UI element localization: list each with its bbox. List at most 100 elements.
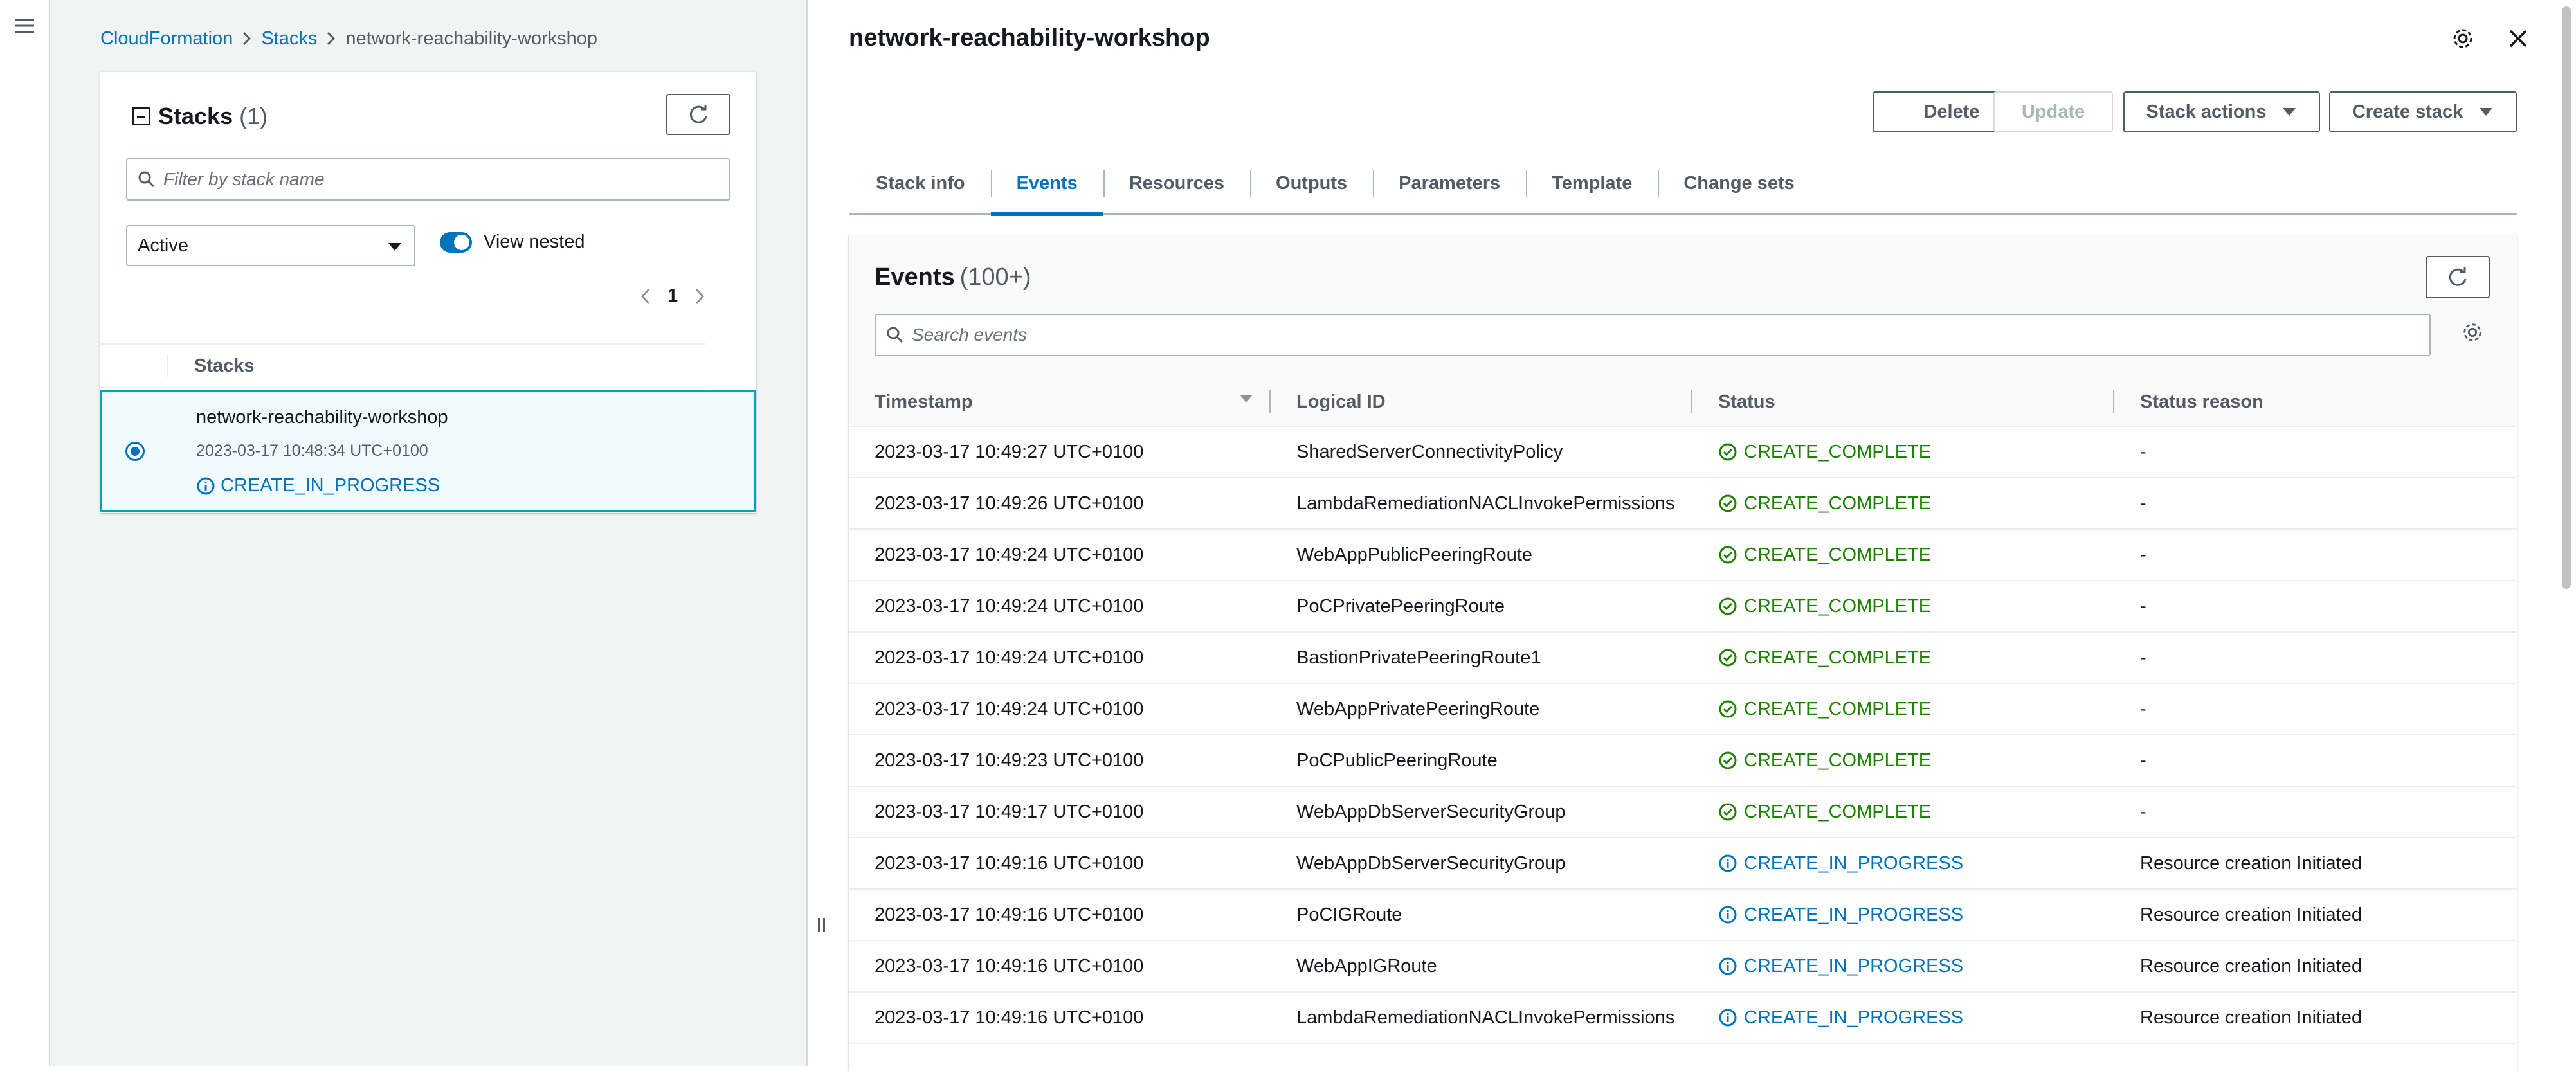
breadcrumb: CloudFormation Stacks network-reachabili… bbox=[100, 26, 597, 51]
chevron-right-icon[interactable] bbox=[693, 287, 706, 305]
left-nav bbox=[0, 0, 50, 1066]
page-number[interactable]: 1 bbox=[667, 285, 678, 307]
tab-template[interactable]: Template bbox=[1526, 152, 1658, 215]
column-status-reason[interactable]: Status reason bbox=[2114, 377, 2517, 426]
event-status-text: CREATE_IN_PROGRESS bbox=[1744, 1007, 1964, 1028]
toggle-switch[interactable] bbox=[440, 231, 472, 253]
event-status: CREATE_IN_PROGRESS bbox=[1692, 853, 2114, 874]
event-status: CREATE_COMPLETE bbox=[1692, 647, 2114, 669]
event-status-reason: Resource creation Initiated bbox=[2140, 852, 2362, 874]
stack-row[interactable]: network-reachability-workshop 2023-03-17… bbox=[100, 390, 756, 512]
stacks-refresh-button[interactable] bbox=[666, 94, 730, 135]
tab-events[interactable]: Events bbox=[990, 152, 1103, 216]
stack-status-text: CREATE_IN_PROGRESS bbox=[221, 475, 440, 496]
create-stack-button[interactable]: Create stack bbox=[2329, 91, 2517, 132]
search-icon bbox=[138, 171, 155, 188]
close-icon[interactable] bbox=[2508, 28, 2528, 49]
table-row: 2023-03-17 10:49:16 UTC+0100 PoCIGRoute CR… bbox=[849, 890, 2517, 941]
event-status: CREATE_COMPLETE bbox=[1692, 442, 2114, 463]
search-icon bbox=[887, 327, 903, 343]
breadcrumb-cloudformation[interactable]: CloudFormation bbox=[100, 28, 233, 50]
check-circle-icon bbox=[1719, 752, 1737, 770]
event-status-reason: Resource creation Initiated bbox=[2140, 955, 2362, 977]
tab-resources[interactable]: Resources bbox=[1103, 152, 1250, 215]
column-status[interactable]: Status bbox=[1692, 377, 2114, 426]
events-search-placeholder: Search events bbox=[912, 325, 1027, 345]
event-logical-id: WebAppDbServerSecurityGroup bbox=[1296, 801, 1566, 822]
chevron-left-icon[interactable] bbox=[639, 287, 652, 305]
table-row: 2023-03-17 10:49:16 UTC+0100 WebAppDbServ… bbox=[849, 838, 2517, 890]
scrollbar[interactable] bbox=[2562, 6, 2571, 589]
event-logical-id: WebAppDbServerSecurityGroup bbox=[1296, 852, 1566, 874]
stack-actions-label: Stack actions bbox=[2146, 101, 2267, 122]
caret-down-icon bbox=[2283, 108, 2296, 116]
stacks-title: Stacks (1) bbox=[132, 103, 268, 130]
event-logical-id: PoCPrivatePeeringRoute bbox=[1296, 595, 1505, 616]
tab-change-sets[interactable]: Change sets bbox=[1658, 152, 1820, 215]
event-status-text: CREATE_COMPLETE bbox=[1744, 595, 1932, 616]
info-circle-icon bbox=[1719, 906, 1737, 924]
event-timestamp: 2023-03-17 10:49:24 UTC+0100 bbox=[875, 544, 1144, 565]
event-status: CREATE_COMPLETE bbox=[1692, 544, 2114, 566]
update-button[interactable]: Update bbox=[1993, 91, 2113, 132]
event-status-text: CREATE_COMPLETE bbox=[1744, 801, 1932, 822]
event-status-text: CREATE_IN_PROGRESS bbox=[1744, 904, 1964, 925]
chevron-right-icon bbox=[233, 29, 261, 48]
table-row: 2023-03-17 10:49:26 UTC+0100 LambdaRemedi… bbox=[849, 478, 2517, 530]
event-timestamp: 2023-03-17 10:49:16 UTC+0100 bbox=[875, 904, 1144, 925]
table-row: 2023-03-17 10:49:17 UTC+0100 WebAppDbServ… bbox=[849, 787, 2517, 838]
pagination: 1 bbox=[639, 285, 706, 307]
event-status-reason: - bbox=[2140, 544, 2146, 565]
event-timestamp: 2023-03-17 10:49:16 UTC+0100 bbox=[875, 852, 1144, 874]
event-timestamp: 2023-03-17 10:49:27 UTC+0100 bbox=[875, 441, 1144, 462]
table-row: 2023-03-17 10:49:24 UTC+0100 WebAppPrivat… bbox=[849, 684, 2517, 735]
table-row: 2023-03-17 10:49:23 UTC+0100 PoCPublicPee… bbox=[849, 735, 2517, 787]
event-logical-id: PoCPublicPeeringRoute bbox=[1296, 750, 1498, 771]
gear-icon[interactable] bbox=[2462, 321, 2483, 343]
resize-handle-icon[interactable] bbox=[815, 917, 828, 933]
caret-down-icon bbox=[388, 243, 401, 251]
stack-name[interactable]: network-reachability-workshop bbox=[196, 407, 448, 428]
stack-radio[interactable] bbox=[125, 442, 145, 461]
pane-divider[interactable] bbox=[806, 0, 808, 1066]
stack-status: CREATE_IN_PROGRESS bbox=[196, 475, 440, 496]
refresh-icon bbox=[2449, 267, 2467, 286]
tab-outputs[interactable]: Outputs bbox=[1250, 152, 1373, 215]
column-logical-id[interactable]: Logical ID bbox=[1271, 377, 1692, 426]
stack-actions-button[interactable]: Stack actions bbox=[2123, 91, 2320, 132]
sort-descending-icon[interactable] bbox=[1238, 393, 1254, 404]
event-timestamp: 2023-03-17 10:49:23 UTC+0100 bbox=[875, 750, 1144, 771]
event-timestamp: 2023-03-17 10:49:16 UTC+0100 bbox=[875, 1007, 1144, 1028]
breadcrumb-stacks[interactable]: Stacks bbox=[261, 28, 317, 50]
view-nested-label: View nested bbox=[484, 231, 585, 252]
hamburger-icon[interactable] bbox=[13, 14, 36, 37]
events-count: (100+) bbox=[959, 264, 1031, 291]
table-row: 2023-03-17 10:49:24 UTC+0100 WebAppPublic… bbox=[849, 530, 2517, 581]
table-row: 2023-03-17 10:49:24 UTC+0100 BastionPriva… bbox=[849, 633, 2517, 684]
tab-parameters[interactable]: Parameters bbox=[1373, 152, 1526, 215]
gear-icon[interactable] bbox=[2451, 27, 2474, 50]
event-status-text: CREATE_COMPLETE bbox=[1744, 544, 1932, 565]
status-filter-value: Active bbox=[138, 235, 188, 256]
event-status-text: CREATE_IN_PROGRESS bbox=[1744, 852, 1964, 874]
event-status-reason: - bbox=[2140, 801, 2146, 822]
column-timestamp[interactable]: Timestamp bbox=[849, 377, 1271, 426]
event-status-text: CREATE_IN_PROGRESS bbox=[1744, 955, 1964, 977]
info-circle-icon bbox=[1719, 854, 1737, 872]
events-search-input[interactable]: Search events bbox=[875, 314, 2431, 356]
event-status: CREATE_IN_PROGRESS bbox=[1692, 905, 2114, 926]
view-nested-toggle[interactable]: View nested bbox=[440, 231, 585, 253]
caret-down-icon bbox=[2480, 108, 2493, 116]
tab-stack-info[interactable]: Stack info bbox=[849, 152, 991, 215]
event-logical-id: WebAppPrivatePeeringRoute bbox=[1296, 698, 1540, 719]
event-logical-id: LambdaRemediationNACLInvokePermissions bbox=[1296, 492, 1675, 514]
collapse-icon[interactable] bbox=[132, 107, 150, 125]
event-status-text: CREATE_COMPLETE bbox=[1744, 492, 1932, 514]
column-divider bbox=[167, 354, 168, 377]
check-circle-icon bbox=[1719, 803, 1737, 821]
check-circle-icon bbox=[1719, 546, 1737, 564]
event-status-reason: - bbox=[2140, 492, 2146, 514]
events-refresh-button[interactable] bbox=[2426, 256, 2490, 298]
stack-filter-input[interactable]: Filter by stack name bbox=[126, 158, 730, 201]
status-filter-select[interactable]: Active bbox=[126, 225, 415, 266]
